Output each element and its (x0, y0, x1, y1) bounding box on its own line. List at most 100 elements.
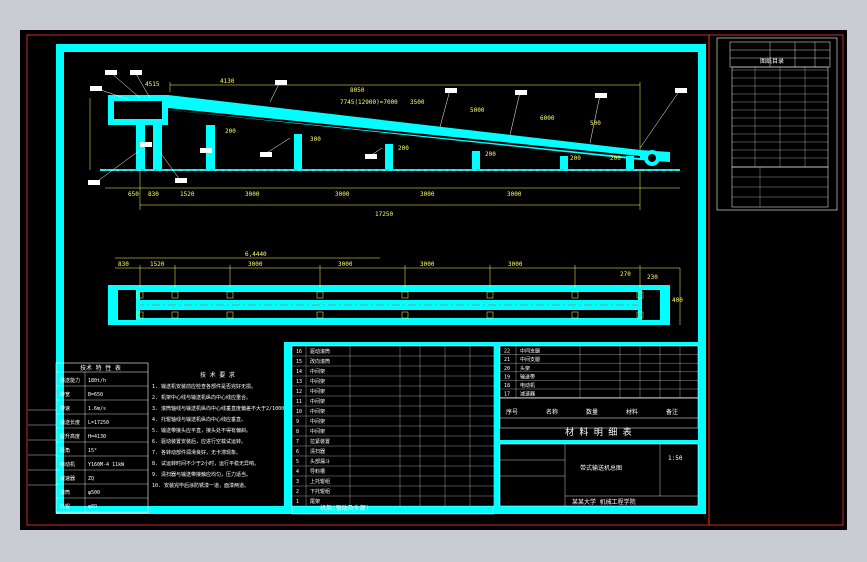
mid-row-name: 中间架 (310, 368, 325, 375)
mid-row-num: 5 (296, 459, 299, 465)
right-row-num: 20 (504, 366, 510, 372)
note-line: 10. 安装完毕后涂防锈漆一道，面漆两道。 (152, 482, 249, 489)
part-tag (200, 148, 212, 153)
dim-angle-3: 500 (590, 120, 601, 127)
tech-table: 输送能力 180t/h 带宽 B=650 带速 1.6m/s 输送长度 L=17250 提升高度… (55, 362, 149, 514)
dim-top-2: 7745(12900)=7000 (340, 99, 398, 106)
right-row-num: 17 (504, 392, 510, 398)
mid-row-num: 3 (296, 479, 299, 485)
note-line: 4. 托辊轴线与输送机纵向中心线应垂直。 (152, 416, 246, 423)
tech-row-value: Y160M-4 11kW (88, 462, 125, 468)
tech-row-value: 15° (88, 448, 97, 454)
mid-row-name: 中间架 (310, 428, 325, 435)
dim-top-1: 8050 (350, 87, 365, 94)
material-list-title: 材 料 明 细 表 (565, 426, 632, 438)
tech-row-label: 输送能力 (60, 377, 80, 384)
tech-row-value: ZQ (88, 476, 94, 482)
right-row-num: 21 (504, 357, 510, 363)
mid-row-num: 6 (296, 449, 299, 455)
mid-row-name: 中间架 (310, 378, 325, 385)
part-tag (130, 70, 142, 75)
right-row-name: 减速器 (520, 391, 535, 398)
notes-block: 技 术 要 求 1. 输送机安装前应检查各部件是否完好无损。 2. 机架中心线与输… (152, 371, 289, 489)
dim-member-1: 300 (310, 136, 321, 143)
right-row-name: 输送带 (520, 373, 535, 380)
note-line: 6. 驱动装置安装后，应进行空载试运转。 (152, 438, 246, 445)
right-header-cell: 数量 (586, 408, 598, 416)
mid-row-name: 清扫器 (310, 448, 325, 455)
tech-row-label: 电动机 (60, 461, 75, 468)
mid-row-name: 中间架 (310, 388, 325, 395)
mid-row-num: 1 (296, 499, 299, 505)
mid-row-name: 下托辊组 (310, 488, 330, 495)
mid-row-name: 中间架 (310, 408, 325, 415)
right-row-num: 18 (504, 383, 510, 389)
mid-row-num: 10 (296, 409, 302, 415)
dim-member-0: 200 (225, 128, 236, 135)
tech-row-label: 带宽 (60, 391, 70, 398)
note-line: 5. 输送带接头应平直，接头处不得有偏斜。 (152, 427, 251, 434)
tech-table-title: 技术 特 性 表 (80, 364, 121, 372)
right-row-name: 电动机 (520, 382, 535, 389)
mid-row-name: 驱动滚筒 (310, 348, 330, 355)
plan-right-0: 270 (620, 271, 631, 278)
mid-row-name: 拉紧装置 (310, 438, 330, 445)
right-row-name: 中间支腿 (520, 356, 540, 363)
drawing-title: 带式输送机总图 (580, 464, 622, 472)
tech-row-label: 输送长度 (60, 419, 80, 426)
parts-list-mid: 16 驱动滚筒15 改向滚筒14 中间架13 中间架12 中间架11 中间架10 中间架9 中间… (284, 342, 495, 515)
dim-angle-1: 5000 (470, 107, 485, 114)
mid-row-name: 尾架 (310, 499, 320, 505)
conveyor-elevation (88, 70, 687, 210)
mid-row-num: 9 (296, 419, 299, 425)
plan-right-1: 230 (647, 274, 658, 281)
part-tag (595, 93, 607, 98)
tech-row-label: 带速 (60, 406, 70, 412)
tech-row-value: φ89 (88, 504, 97, 510)
part-tag (365, 154, 377, 159)
right-row-name: 中间支腿 (520, 348, 540, 355)
dim-total: 17250 (375, 211, 393, 218)
index-table-title: 图纸目录 (760, 57, 784, 65)
mid-row-name: 上托辊组 (310, 478, 330, 485)
plan-top-label: 6,4440 (245, 251, 267, 258)
tech-row-label: 减速器 (60, 475, 75, 482)
dim-member-5: 200 (610, 155, 621, 162)
dim-bottom-3: 3000 (245, 191, 260, 198)
mid-row-name: 中间架 (310, 398, 325, 405)
tech-row-value: 180t/h (88, 378, 106, 384)
tech-row-label: 滚筒 (60, 489, 70, 496)
dim-bottom-2: 1520 (180, 191, 195, 198)
plan-right-2: 400 (672, 297, 683, 304)
plan-dim-3: 3000 (338, 261, 353, 268)
mid-row-num: 16 (296, 349, 302, 355)
mid-row-num: 15 (296, 359, 302, 365)
tech-row-label: 提升高度 (60, 433, 80, 440)
cad-canvas: 图纸目录 4130 8050 7745(12900)=7000 4515 350… (20, 30, 847, 530)
dim-left: 4515 (145, 81, 160, 88)
mid-row-name: 改向滚筒 (310, 358, 330, 365)
dim-member-3: 200 (485, 151, 496, 158)
part-tag (90, 86, 102, 91)
part-tag (260, 152, 272, 157)
part-tag (445, 88, 457, 93)
plan-dim-4: 3000 (420, 261, 435, 268)
mid-row-num: 14 (296, 369, 302, 375)
tech-row-value: L=17250 (88, 420, 109, 426)
mid-row-num: 4 (296, 469, 299, 475)
school-name: 某某大学 机械工程学院 (572, 498, 636, 506)
right-header-cell: 名称 (546, 408, 558, 416)
dim-top-0: 4130 (220, 78, 235, 85)
note-line: 2. 机架中心线与输送机纵向中心线应重合。 (152, 394, 251, 401)
tech-row-value: H=4130 (88, 434, 106, 440)
plan-dim-0: 830 (118, 261, 129, 268)
dim-bottom-4: 3000 (335, 191, 350, 198)
notes-title: 技 术 要 求 (200, 371, 235, 379)
part-tag (275, 80, 287, 85)
mid-row-num: 11 (296, 399, 302, 405)
plan-dim-1: 1520 (150, 261, 165, 268)
tech-row-value: B=650 (88, 392, 103, 398)
part-tag (515, 90, 527, 95)
mid-row-num: 2 (296, 489, 299, 495)
dim-member-2: 200 (398, 145, 409, 152)
